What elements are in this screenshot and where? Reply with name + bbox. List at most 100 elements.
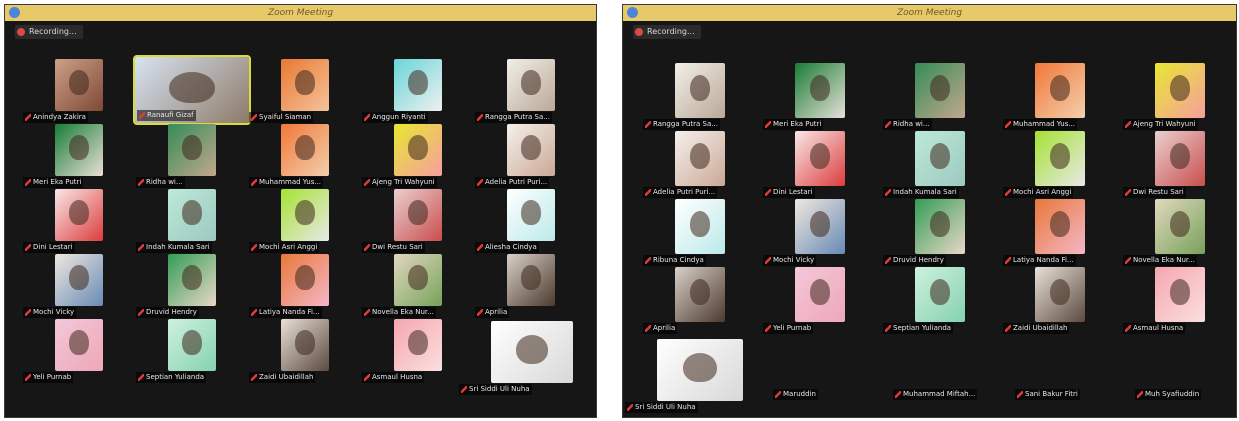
- participant-name: Zaidi Ubaidillah: [1003, 323, 1070, 334]
- participant-video: [168, 319, 216, 371]
- participant-tile[interactable]: Zaidi Ubaidillah: [249, 319, 329, 383]
- participant-tile[interactable]: Dini Lestari: [23, 189, 103, 253]
- participant-name: Ribuna Cindya: [643, 255, 706, 266]
- participant-tile[interactable]: Mochi Asri Anggi: [249, 189, 329, 253]
- participant-video: [507, 59, 555, 111]
- participant-tile[interactable]: Meri Eka Putri: [763, 63, 845, 130]
- participant-name: Yeli Purnab: [763, 323, 814, 334]
- participant-tile[interactable]: Mochi Vicky: [23, 254, 103, 318]
- participant-video: [915, 199, 965, 254]
- participant-tile[interactable]: Asmaul Husna: [362, 319, 442, 383]
- participant-tile[interactable]: Zaidi Ubaidillah: [1003, 267, 1085, 334]
- participant-name: Adelia Putri Puri...: [643, 187, 718, 198]
- participant-tile[interactable]: Syaiful Siaman: [249, 59, 329, 123]
- participant-tile[interactable]: Ribuna Cindya: [643, 199, 725, 266]
- participant-name: Novella Eka Nur...: [1123, 255, 1197, 266]
- participant-name: Mochi Asri Anggi: [1003, 187, 1074, 198]
- participant-tile[interactable]: Yeli Purnab: [763, 267, 845, 334]
- participant-name: Sri Siddi Uli Nuha: [625, 402, 698, 413]
- participant-video: [507, 124, 555, 176]
- participant-tile[interactable]: Adelia Putri Puri...: [643, 131, 725, 198]
- participant-video: [1155, 131, 1205, 186]
- recording-label: Recording...: [29, 27, 77, 36]
- recording-icon: [17, 28, 25, 36]
- recording-indicator[interactable]: Recording...: [633, 25, 701, 39]
- participant-tile[interactable]: Muhammad Miftah...: [893, 387, 978, 400]
- participant-video: [893, 387, 953, 388]
- participant-tile[interactable]: Latiya Nanda Fi...: [1003, 199, 1085, 266]
- participant-tile[interactable]: Ridha wi...: [883, 63, 965, 130]
- participant-video: [795, 131, 845, 186]
- participant-tile[interactable]: Mochi Vicky: [763, 199, 845, 266]
- participant-tile[interactable]: Druvid Hendry: [136, 254, 216, 318]
- participant-tile[interactable]: Indah Kumala Sari: [136, 189, 216, 253]
- participant-tile[interactable]: Aliesha Cindya: [475, 189, 555, 253]
- participant-tile[interactable]: Ajeng Tri Wahyuni: [362, 124, 442, 188]
- participant-tile[interactable]: Druvid Hendry: [883, 199, 965, 266]
- zoom-window-right: Zoom Meeting Recording... Rangga Putra S…: [622, 4, 1237, 418]
- recording-indicator[interactable]: Recording...: [15, 25, 83, 39]
- participant-name: Asmaul Husna: [362, 372, 425, 383]
- participant-video: [675, 131, 725, 186]
- participant-tile[interactable]: Septian Yulianda: [136, 319, 216, 383]
- participant-tile[interactable]: Novella Eka Nur...: [1123, 199, 1205, 266]
- participant-tile[interactable]: Mochi Asri Anggi: [1003, 131, 1085, 198]
- participant-video: [491, 321, 573, 383]
- participant-video: [1135, 387, 1195, 388]
- participant-tile[interactable]: Muh Syafiuddin: [1135, 387, 1202, 400]
- participant-tile[interactable]: Anggun Riyanti: [362, 59, 442, 123]
- participant-tile[interactable]: Asmaul Husna: [1123, 267, 1205, 334]
- participant-name: Dwi Restu Sari: [362, 242, 425, 253]
- participant-name: Septian Yulianda: [883, 323, 954, 334]
- participant-name: Aliesha Cindya: [475, 242, 539, 253]
- participant-tile[interactable]: Dini Lestari: [763, 131, 845, 198]
- participant-tile[interactable]: Sri Siddi Uli Nuha: [459, 321, 573, 395]
- participant-tile[interactable]: Novella Eka Nur...: [362, 254, 442, 318]
- window-title: Zoom Meeting: [896, 8, 963, 18]
- participant-name: Aprilia: [643, 323, 678, 334]
- participant-video: [394, 254, 442, 306]
- participant-name: Muh Syafiuddin: [1135, 389, 1202, 400]
- participant-tile[interactable]: Septian Yulianda: [883, 267, 965, 334]
- participant-tile[interactable]: Meri Eka Putri: [23, 124, 103, 188]
- participant-name: Adelia Putri Puri...: [475, 177, 550, 188]
- participant-tile[interactable]: Ajeng Tri Wahyuni: [1123, 63, 1205, 130]
- participant-video: [55, 189, 103, 241]
- participant-tile[interactable]: Rangga Putra Sa...: [475, 59, 555, 123]
- participant-tile[interactable]: Anindya Zakira: [23, 59, 103, 123]
- participant-tile[interactable]: Ridha wi...: [136, 124, 216, 188]
- participant-tile[interactable]: Sri Siddi Uli Nuha: [625, 339, 743, 413]
- participant-tile[interactable]: Ranaufi Gizaf: [133, 55, 251, 125]
- participant-tile[interactable]: Maruddin: [773, 387, 833, 400]
- participant-tile[interactable]: Aprilia: [475, 254, 555, 318]
- participant-tile[interactable]: Muhammad Yus...: [1003, 63, 1085, 130]
- participant-video: [281, 189, 329, 241]
- participant-video: [1155, 63, 1205, 118]
- participant-name: Rangga Putra Sa...: [643, 119, 720, 130]
- participant-tile[interactable]: Muhammad Yus...: [249, 124, 329, 188]
- participant-video: [675, 267, 725, 322]
- participant-video: [1155, 199, 1205, 254]
- participant-name: Meri Eka Putri: [23, 177, 84, 188]
- participant-name: Dini Lestari: [763, 187, 815, 198]
- participant-tile[interactable]: Yeli Purnab: [23, 319, 103, 383]
- participant-tile[interactable]: Rangga Putra Sa...: [643, 63, 725, 130]
- participant-tile[interactable]: Indah Kumala Sari: [883, 131, 965, 198]
- participant-tile[interactable]: Dwi Restu Sari: [1123, 131, 1205, 198]
- participant-video: [915, 267, 965, 322]
- participant-tile[interactable]: Aprilia: [643, 267, 725, 334]
- participant-tile[interactable]: Sani Bakur Fitri: [1015, 387, 1080, 400]
- participant-video: [394, 59, 442, 111]
- participant-name: Mochi Vicky: [763, 255, 817, 266]
- participant-video: [55, 319, 103, 371]
- participant-video: [55, 124, 103, 176]
- window-title: Zoom Meeting: [267, 8, 334, 18]
- participant-video: [168, 124, 216, 176]
- participant-tile[interactable]: Dwi Restu Sari: [362, 189, 442, 253]
- participant-name: Septian Yulianda: [136, 372, 207, 383]
- participant-tile[interactable]: Latiya Nanda Fi...: [249, 254, 329, 318]
- participant-tile[interactable]: Adelia Putri Puri...: [475, 124, 555, 188]
- participant-name: Sri Siddi Uli Nuha: [459, 384, 532, 395]
- participant-name: Ridha wi...: [883, 119, 932, 130]
- participant-name: Ridha wi...: [136, 177, 185, 188]
